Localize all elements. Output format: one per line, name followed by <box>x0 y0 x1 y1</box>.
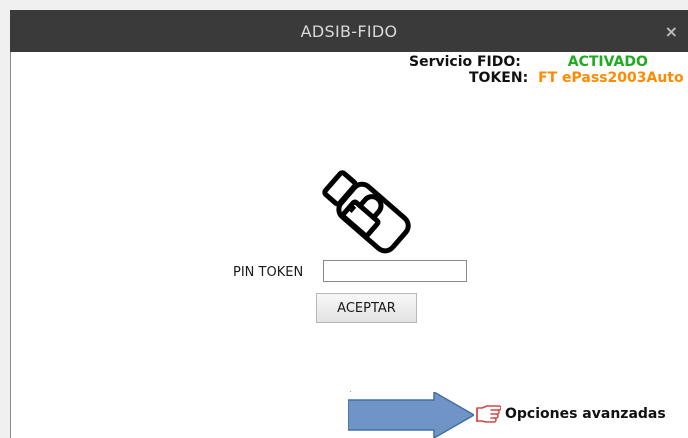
service-status-row: Servicio FIDO: ACTIVADO <box>409 54 648 70</box>
token-label: TOKEN: <box>469 70 529 86</box>
advanced-options-label: Opciones avanzadas <box>505 406 666 422</box>
main-window: ADSIB-FIDO × Servicio FIDO: ACTIVADO TOK… <box>0 0 688 438</box>
pin-token-label: PIN TOKEN <box>233 265 304 280</box>
advanced-options-link[interactable]: Opciones avanzadas <box>475 404 666 424</box>
token-value: FT ePass2003Auto <box>538 70 684 86</box>
window-title: ADSIB-FIDO <box>300 21 398 41</box>
close-button[interactable]: × <box>665 10 678 52</box>
usb-lock-icon <box>322 170 411 254</box>
pointing-hand-icon <box>476 405 501 423</box>
right-arrow-icon <box>348 392 474 438</box>
service-label: Servicio FIDO: <box>409 54 521 70</box>
accept-button[interactable]: ACEPTAR <box>316 293 417 323</box>
token-status-row: TOKEN: FT ePass2003Auto <box>469 70 684 86</box>
pin-token-input[interactable] <box>323 260 467 282</box>
service-status-value: ACTIVADO <box>567 54 648 70</box>
content-panel: Servicio FIDO: ACTIVADO TOKEN: FT ePass2… <box>11 52 688 438</box>
title-bar: ADSIB-FIDO × <box>10 10 688 52</box>
